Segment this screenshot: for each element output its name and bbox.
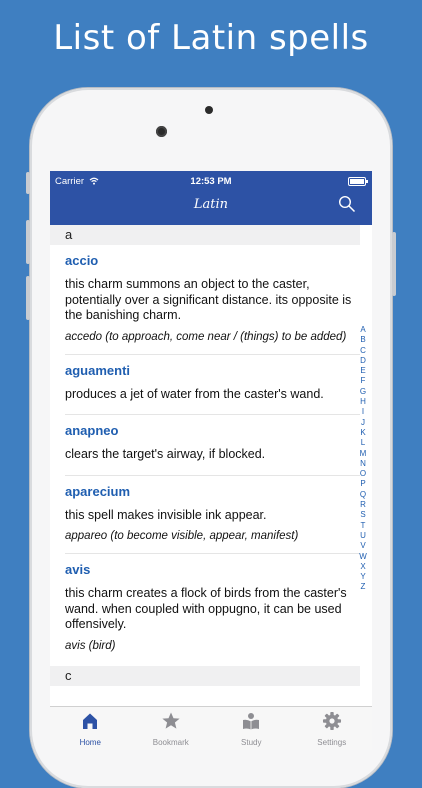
entry-etymology: appareo (to become visible, appear, mani… bbox=[65, 530, 299, 542]
nav-title: Latin bbox=[193, 197, 229, 212]
index-letter-p[interactable]: P bbox=[357, 479, 369, 489]
index-letter-a[interactable]: A bbox=[357, 325, 369, 335]
index-letter-f[interactable]: F bbox=[357, 376, 369, 386]
entry-definition: this charm creates a flock of birds from… bbox=[65, 586, 347, 631]
tab-bar: Home Bookmark Study Settings bbox=[50, 706, 372, 750]
phone-camera bbox=[156, 126, 167, 137]
tab-home[interactable]: Home bbox=[50, 707, 131, 750]
index-letter-h[interactable]: H bbox=[357, 397, 369, 407]
entry-word: anapneo bbox=[65, 423, 119, 438]
index-letter-n[interactable]: N bbox=[357, 459, 369, 469]
index-letter-y[interactable]: Y bbox=[357, 572, 369, 582]
book-reader-icon bbox=[243, 713, 259, 730]
gear-icon bbox=[322, 712, 341, 730]
index-letter-r[interactable]: R bbox=[357, 500, 369, 510]
entry-word: aguamenti bbox=[65, 362, 131, 378]
index-letter-z[interactable]: Z bbox=[357, 582, 369, 592]
entry-definition: this charm summons an object to the cast… bbox=[65, 277, 352, 322]
index-letter-w[interactable]: W bbox=[357, 552, 369, 562]
phone-volume-down bbox=[26, 276, 30, 320]
phone-volume-up bbox=[26, 220, 30, 264]
list-item[interactable]: anapneo clears the target's airway, if b… bbox=[65, 415, 360, 476]
index-letter-k[interactable]: K bbox=[357, 428, 369, 438]
tab-label: Home bbox=[79, 738, 101, 747]
tab-settings[interactable]: Settings bbox=[292, 707, 373, 750]
status-time: 12:53 PM bbox=[190, 176, 232, 187]
index-letter-v[interactable]: V bbox=[357, 541, 369, 551]
phone-mute-switch bbox=[26, 172, 30, 194]
section-header-a: a bbox=[50, 225, 360, 245]
index-letter-u[interactable]: U bbox=[357, 531, 369, 541]
index-letter-s[interactable]: S bbox=[357, 510, 369, 520]
index-letter-d[interactable]: D bbox=[357, 356, 369, 366]
index-letter-m[interactable]: M bbox=[357, 449, 369, 459]
list-item[interactable]: aguamenti produces a jet of water from t… bbox=[65, 355, 360, 415]
index-letter-i[interactable]: I bbox=[357, 407, 369, 417]
battery-icon bbox=[348, 177, 368, 186]
index-letter-c[interactable]: C bbox=[357, 346, 369, 356]
list-item[interactable]: accio this charm summons an object to th… bbox=[65, 245, 360, 355]
entry-word: aparecium bbox=[65, 483, 131, 499]
spell-list[interactable]: a accio this charm summons an object to … bbox=[50, 225, 360, 686]
status-bar: Carrier 12:53 PM bbox=[50, 171, 372, 191]
list-item[interactable]: avis this charm creates a flock of birds… bbox=[65, 554, 360, 663]
index-letter-b[interactable]: B bbox=[357, 335, 369, 345]
index-letter-t[interactable]: T bbox=[357, 521, 369, 531]
index-letter-o[interactable]: O bbox=[357, 469, 369, 479]
index-letter-x[interactable]: X bbox=[357, 562, 369, 572]
app-screen: Carrier 12:53 PM Latin a accio this char… bbox=[50, 171, 372, 750]
index-letter-j[interactable]: J bbox=[357, 418, 369, 428]
phone-speaker bbox=[205, 106, 213, 114]
entry-definition: this spell makes invisible ink appear. bbox=[65, 507, 267, 522]
section-header-c: c bbox=[50, 665, 360, 686]
index-letter-l[interactable]: L bbox=[357, 438, 369, 448]
index-letter-e[interactable]: E bbox=[357, 366, 369, 376]
entry-word: accio bbox=[65, 253, 99, 268]
entry-definition: produces a jet of water from the caster'… bbox=[65, 386, 324, 401]
nav-bar: Carrier 12:53 PM Latin bbox=[50, 171, 372, 225]
tab-bookmark[interactable]: Bookmark bbox=[131, 707, 212, 750]
tab-label: Settings bbox=[317, 738, 347, 747]
entry-etymology: avis (bird) bbox=[65, 639, 116, 652]
tab-label: Study bbox=[241, 738, 262, 747]
tab-study[interactable]: Study bbox=[211, 707, 292, 750]
star-icon bbox=[161, 712, 180, 729]
index-letter-g[interactable]: G bbox=[357, 387, 369, 397]
phone-power-button bbox=[392, 232, 396, 296]
tab-label: Bookmark bbox=[152, 738, 189, 747]
alphabet-index[interactable]: ABCDEFGHIJKLMNOPQRSTUVWXYZ bbox=[357, 325, 369, 593]
entry-word: avis bbox=[65, 562, 91, 577]
entry-etymology: accedo (to approach, come near / (things… bbox=[65, 330, 347, 343]
promo-headline: List of Latin spells bbox=[53, 18, 369, 58]
entry-definition: clears the target's airway, if blocked. bbox=[65, 447, 266, 461]
list-item[interactable]: aparecium this spell makes invisible ink… bbox=[65, 476, 360, 554]
home-icon bbox=[83, 713, 97, 729]
search-icon[interactable] bbox=[338, 195, 356, 213]
index-letter-q[interactable]: Q bbox=[357, 490, 369, 500]
